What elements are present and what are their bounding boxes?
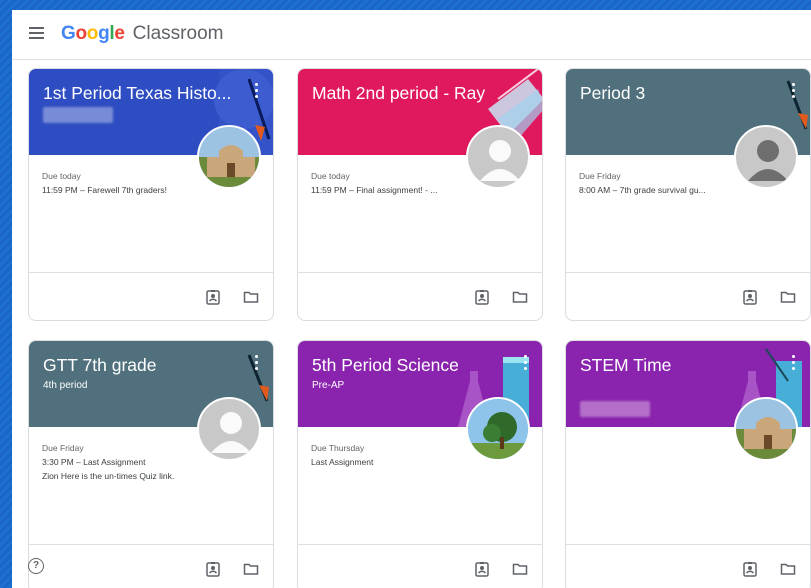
due-info[interactable]: Due Friday 8:00 AM – 7th grade survival …: [579, 169, 729, 197]
class-title[interactable]: Math 2nd period - Ray: [312, 83, 512, 104]
due-date: Due today: [311, 171, 350, 181]
default-person-icon: [748, 140, 788, 181]
due-note[interactable]: Zion Here is the un-times Quiz link.: [42, 469, 242, 483]
class-card[interactable]: GTT 7th grade 4th period Due Friday 3:30…: [28, 340, 274, 588]
more-options-icon[interactable]: [788, 83, 798, 101]
folder-icon[interactable]: [243, 561, 259, 577]
help-icon[interactable]: ?: [28, 558, 44, 574]
class-title[interactable]: GTT 7th grade: [43, 355, 243, 376]
assignment-ind-icon[interactable]: [742, 289, 758, 305]
class-card[interactable]: 1st Period Texas Histo... Due today 11:5…: [28, 68, 274, 321]
more-options-icon[interactable]: [251, 83, 261, 101]
class-title[interactable]: 1st Period Texas Histo...: [43, 83, 243, 104]
more-options-icon[interactable]: [520, 355, 530, 373]
due-date: Due Friday: [579, 171, 621, 181]
teacher-avatar[interactable]: [734, 397, 798, 461]
due-assignment[interactable]: 3:30 PM – Last Assignment: [42, 455, 242, 469]
folder-icon[interactable]: [780, 289, 796, 305]
hamburger-menu-icon[interactable]: [29, 27, 45, 41]
due-assignment[interactable]: 11:59 PM – Final assignment! - ...: [311, 183, 461, 197]
folder-icon[interactable]: [780, 561, 796, 577]
card-footer: [29, 544, 273, 588]
card-footer: [298, 272, 542, 320]
teacher-avatar[interactable]: [734, 125, 798, 189]
class-card[interactable]: STEM Time: [565, 340, 811, 588]
due-info[interactable]: Due Friday 3:30 PM – Last Assignment Zio…: [42, 441, 242, 483]
due-info[interactable]: Due today 11:59 PM – Final assignment! -…: [311, 169, 461, 197]
assignment-ind-icon[interactable]: [474, 289, 490, 305]
classroom-screen: Google Classroom 1st Period Texas Histo.…: [12, 10, 811, 588]
redacted-section: [580, 401, 650, 417]
card-footer: [566, 272, 810, 320]
product-name: Classroom: [132, 23, 224, 44]
due-assignment[interactable]: 11:59 PM – Farewell 7th graders!: [42, 183, 192, 197]
due-info[interactable]: Due Thursday Last Assignment: [311, 441, 461, 469]
google-wordmark: Google: [61, 23, 125, 44]
folder-icon[interactable]: [243, 289, 259, 305]
due-assignment[interactable]: 8:00 AM – 7th grade survival gu...: [579, 183, 729, 197]
assignment-ind-icon[interactable]: [205, 561, 221, 577]
assignment-ind-icon[interactable]: [742, 561, 758, 577]
class-card[interactable]: Period 3 Due Friday 8:00 AM – 7th grade …: [565, 68, 811, 321]
teacher-avatar[interactable]: [197, 125, 261, 189]
class-card[interactable]: Math 2nd period - Ray Due today 11:59 PM…: [297, 68, 543, 321]
class-section: 4th period: [43, 380, 88, 391]
class-title[interactable]: STEM Time: [580, 355, 780, 376]
folder-icon[interactable]: [512, 289, 528, 305]
class-title[interactable]: 5th Period Science: [312, 355, 512, 376]
due-info[interactable]: Due today 11:59 PM – Farewell 7th grader…: [42, 169, 192, 197]
card-footer: [298, 544, 542, 588]
due-date: Due Friday: [42, 443, 84, 453]
class-card[interactable]: 5th Period Science Pre-AP Due Thursday L…: [297, 340, 543, 588]
card-footer: [29, 272, 273, 320]
assignment-ind-icon[interactable]: [474, 561, 490, 577]
due-assignment[interactable]: Last Assignment: [311, 455, 461, 469]
tree-photo-icon: [468, 399, 528, 459]
top-app-bar: Google Classroom: [12, 10, 811, 60]
teacher-avatar[interactable]: [466, 125, 530, 189]
due-date: Due today: [42, 171, 81, 181]
class-section: Pre-AP: [312, 380, 345, 391]
class-title[interactable]: Period 3: [580, 83, 780, 104]
card-footer: [566, 544, 810, 588]
assignment-ind-icon[interactable]: [205, 289, 221, 305]
folder-icon[interactable]: [512, 561, 528, 577]
more-options-icon[interactable]: [251, 355, 261, 373]
alamo-photo-icon: [199, 127, 259, 187]
default-person-icon: [480, 140, 520, 181]
more-options-icon[interactable]: [788, 355, 798, 373]
alamo-photo-icon: [736, 399, 796, 459]
app-logo[interactable]: Google Classroom: [61, 23, 223, 45]
due-date: Due Thursday: [311, 443, 365, 453]
redacted-section: [43, 107, 113, 123]
teacher-avatar[interactable]: [466, 397, 530, 461]
